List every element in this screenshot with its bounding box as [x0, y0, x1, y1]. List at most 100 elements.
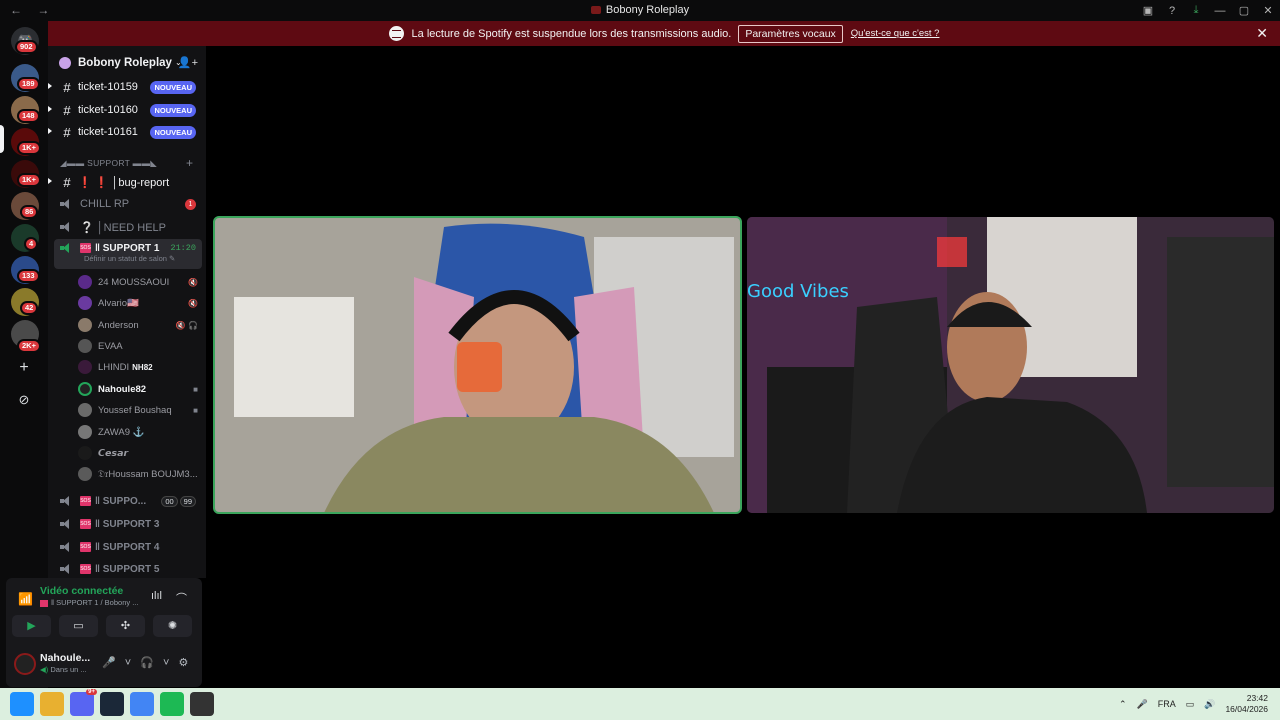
- voice-settings-button[interactable]: Paramètres vocaux: [738, 24, 843, 43]
- video-tile[interactable]: Good Vibes: [747, 217, 1274, 513]
- inbox-icon[interactable]: ▣: [1136, 4, 1160, 17]
- noise-suppression-icon[interactable]: ılıl: [151, 590, 162, 602]
- voice-channel-support-5[interactable]: SOS ‖ SUPPORT 5: [54, 559, 202, 578]
- sos-icon: SOS: [80, 519, 91, 529]
- server-badge: 133: [17, 269, 40, 283]
- channel-ticket-10159[interactable]: # ticket-10159 NOUVEAU: [48, 77, 202, 97]
- camera-button[interactable]: ▶: [12, 615, 51, 637]
- avatar: [78, 467, 92, 481]
- discord-icon[interactable]: 9+: [70, 689, 97, 716]
- voice-status-title: Vidéo connectée: [40, 585, 124, 597]
- server-badge: 1K+: [17, 141, 41, 155]
- voice-channel-support-3[interactable]: SOS ‖ SUPPORT 3: [54, 514, 202, 534]
- volume-icon[interactable]: 🔊: [1204, 699, 1215, 710]
- user-name: Anderson: [98, 319, 139, 331]
- speaker-icon: [60, 519, 72, 529]
- voice-user[interactable]: ZAWA9 ⚓: [78, 422, 202, 442]
- user-controls[interactable]: 🎤 ˅ 🎧 ˅ ⚙: [102, 656, 191, 669]
- minimize-button[interactable]: —: [1208, 5, 1232, 17]
- help-icon[interactable]: ?: [1160, 5, 1184, 17]
- avatar[interactable]: [14, 653, 36, 675]
- window-title: Bobony Roleplay: [0, 4, 1280, 16]
- user-status-text: Dans un ...: [50, 665, 87, 674]
- language-indicator[interactable]: FRA: [1158, 699, 1176, 709]
- system-tray: ⌃ 🎤 FRA ▭ 🔊 23:42 16/04/2026: [1119, 693, 1268, 715]
- explore-icon[interactable]: ⊘: [12, 388, 36, 412]
- title-bar: ← → Bobony Roleplay ▣ ? ⤓ — ▢ ✕: [0, 0, 1280, 21]
- svg-text:Good Vibes: Good Vibes: [747, 281, 849, 302]
- user-limit: 00 99: [161, 495, 196, 507]
- avatar: [78, 382, 92, 396]
- download-icon[interactable]: ⤓: [1184, 4, 1208, 17]
- spotify-icon: [388, 26, 404, 41]
- voice-user[interactable]: 24 MOUSSAOUI 🔇: [78, 272, 202, 292]
- channel-label: CHILL RP: [80, 198, 130, 210]
- hash-icon: #: [63, 102, 71, 118]
- start-menu-icon[interactable]: [10, 692, 34, 716]
- channel-label: ❗ ❗ │bug-report: [78, 176, 170, 189]
- voice-user[interactable]: Youssef Boushaq ■: [78, 400, 202, 420]
- user-name: EVAA: [98, 340, 123, 352]
- channel-bug-report[interactable]: # ❗ ❗ │bug-report: [48, 172, 202, 192]
- channel-ticket-10160[interactable]: # ticket-10160 NOUVEAU: [48, 100, 202, 120]
- voice-user[interactable]: LHINDI NH82: [78, 357, 202, 377]
- channel-status[interactable]: Définir un statut de salon ✎: [84, 254, 175, 263]
- voice-user[interactable]: 𝘾𝙚𝙨𝙖𝙧: [78, 443, 202, 463]
- close-window-button[interactable]: ✕: [1256, 4, 1280, 17]
- user-name[interactable]: Nahoule...: [40, 652, 90, 664]
- muted-icon: 🔇: [188, 277, 198, 287]
- clock[interactable]: 23:42 16/04/2026: [1225, 693, 1268, 715]
- whats-this-link[interactable]: Qu'est-ce que c'est ?: [851, 28, 940, 39]
- activities-button[interactable]: ✣: [106, 615, 145, 637]
- create-channel-icon[interactable]: +: [186, 156, 193, 170]
- taskbar-apps: 9+: [10, 689, 214, 716]
- screen-share-button[interactable]: ▭: [59, 615, 98, 637]
- voice-channel-support-1[interactable]: SOS ‖ SUPPORT 1 21:20 Définir un statut …: [54, 239, 202, 269]
- signal-icon[interactable]: 📶: [18, 592, 33, 606]
- voice-status-subtitle[interactable]: ‖ SUPPORT 1 / Bobony ...: [40, 598, 138, 607]
- maximize-button[interactable]: ▢: [1232, 4, 1256, 17]
- muted-icon: 🔇: [188, 298, 198, 308]
- spotify-icon[interactable]: [160, 692, 184, 716]
- chevron-up-icon[interactable]: ⌃: [1119, 699, 1127, 710]
- disconnect-icon[interactable]: ⌒: [176, 590, 187, 606]
- notification-badge: 9+: [86, 689, 97, 695]
- voice-user-self[interactable]: Nahoule82 ■: [78, 379, 202, 399]
- voice-user[interactable]: Anderson 🔇 🎧: [78, 315, 202, 335]
- voice-user[interactable]: Alvario🇺🇸 🔇: [78, 293, 202, 313]
- sos-icon: SOS: [80, 564, 91, 574]
- channel-ticket-10161[interactable]: # ticket-10161 NOUVEAU: [48, 122, 202, 142]
- voice-user[interactable]: EVAA: [78, 336, 202, 356]
- soundboard-button[interactable]: ✺: [153, 615, 192, 637]
- add-server-icon[interactable]: +: [12, 356, 36, 380]
- voice-channel-support-4[interactable]: SOS ‖ SUPPORT 4: [54, 537, 202, 557]
- user-name: Youssef Boushaq: [98, 404, 172, 416]
- steam-icon[interactable]: [100, 692, 124, 716]
- app-icon[interactable]: [190, 692, 214, 716]
- network-icon[interactable]: ▭: [1186, 699, 1195, 710]
- webcam-feed: [214, 217, 741, 513]
- webcam-feed: Good Vibes: [747, 217, 1274, 513]
- clock-time: 23:42: [1246, 693, 1268, 703]
- voice-channel-support-2[interactable]: SOS ‖ SUPPO... 00 99: [54, 491, 202, 511]
- category-support[interactable]: ◢▬▬ SUPPORT ▬▬◣ +: [60, 156, 193, 170]
- file-explorer-icon[interactable]: [40, 692, 64, 716]
- sos-icon: SOS: [80, 496, 91, 506]
- new-badge: NOUVEAU: [150, 80, 196, 94]
- banner-close-icon[interactable]: ✕: [1256, 25, 1268, 42]
- voice-user[interactable]: 𝔇𝔯Houssam BOUJM3...: [78, 464, 202, 484]
- invite-icon[interactable]: 👤+: [178, 56, 198, 69]
- window-title-text: Bobony Roleplay: [605, 4, 690, 16]
- avatar: [78, 275, 92, 289]
- video-tile-speaking[interactable]: [213, 216, 742, 514]
- user-name: ZAWA9 ⚓: [98, 426, 145, 438]
- server-badge: 1K+: [17, 173, 41, 187]
- voice-channel-need-help[interactable]: ❔ │NEED HELP: [54, 217, 202, 237]
- chrome-icon[interactable]: [130, 692, 154, 716]
- speaker-icon: [60, 199, 72, 209]
- server-badge: 189: [17, 77, 40, 91]
- voice-channel-chill-rp[interactable]: CHILL RP 1: [54, 194, 202, 214]
- microphone-icon[interactable]: 🎤: [1137, 699, 1148, 710]
- guild-header[interactable]: Bobony Roleplay ⌄ 👤+: [48, 46, 206, 79]
- user-name: 𝔇𝔯Houssam BOUJM3...: [98, 468, 198, 480]
